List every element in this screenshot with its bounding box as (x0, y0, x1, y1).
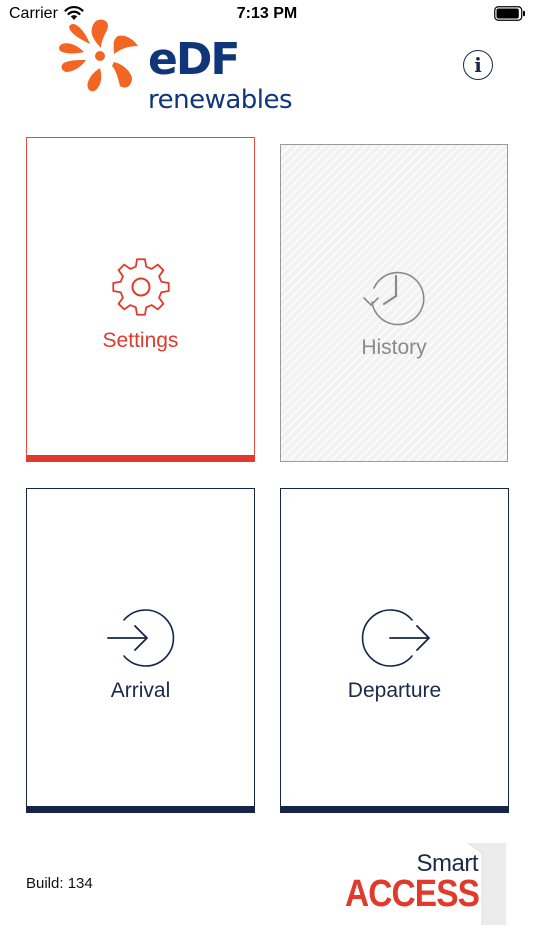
edf-flower-icon (59, 19, 138, 92)
gear-icon (111, 258, 170, 316)
departure-arrow-icon (361, 609, 430, 667)
renewables-subtitle: renewables (148, 85, 293, 115)
arrival-label: Arrival (110, 679, 171, 702)
access-wordmark: ACCESS (345, 873, 480, 915)
arrival-arrow-icon (106, 609, 174, 667)
edf-wordmark: eDF (148, 34, 240, 85)
settings-label: Settings (102, 329, 179, 352)
edf-renewables-logo: eDF renewables (56, 16, 293, 118)
history-tile[interactable]: History (280, 144, 508, 462)
info-button[interactable]: i (463, 50, 493, 80)
info-icon: i (474, 53, 482, 77)
departure-label: Departure (347, 679, 442, 702)
build-number: Build: 134 (26, 875, 93, 892)
battery-icon (494, 6, 525, 21)
history-clock-icon (363, 271, 425, 326)
settings-tile[interactable]: Settings (26, 137, 255, 462)
history-label: History (361, 336, 427, 359)
smart-access-logo: Smart ACCESS (340, 843, 508, 925)
arrival-tile[interactable]: Arrival (26, 488, 255, 813)
departure-tile[interactable]: Departure (280, 488, 509, 813)
